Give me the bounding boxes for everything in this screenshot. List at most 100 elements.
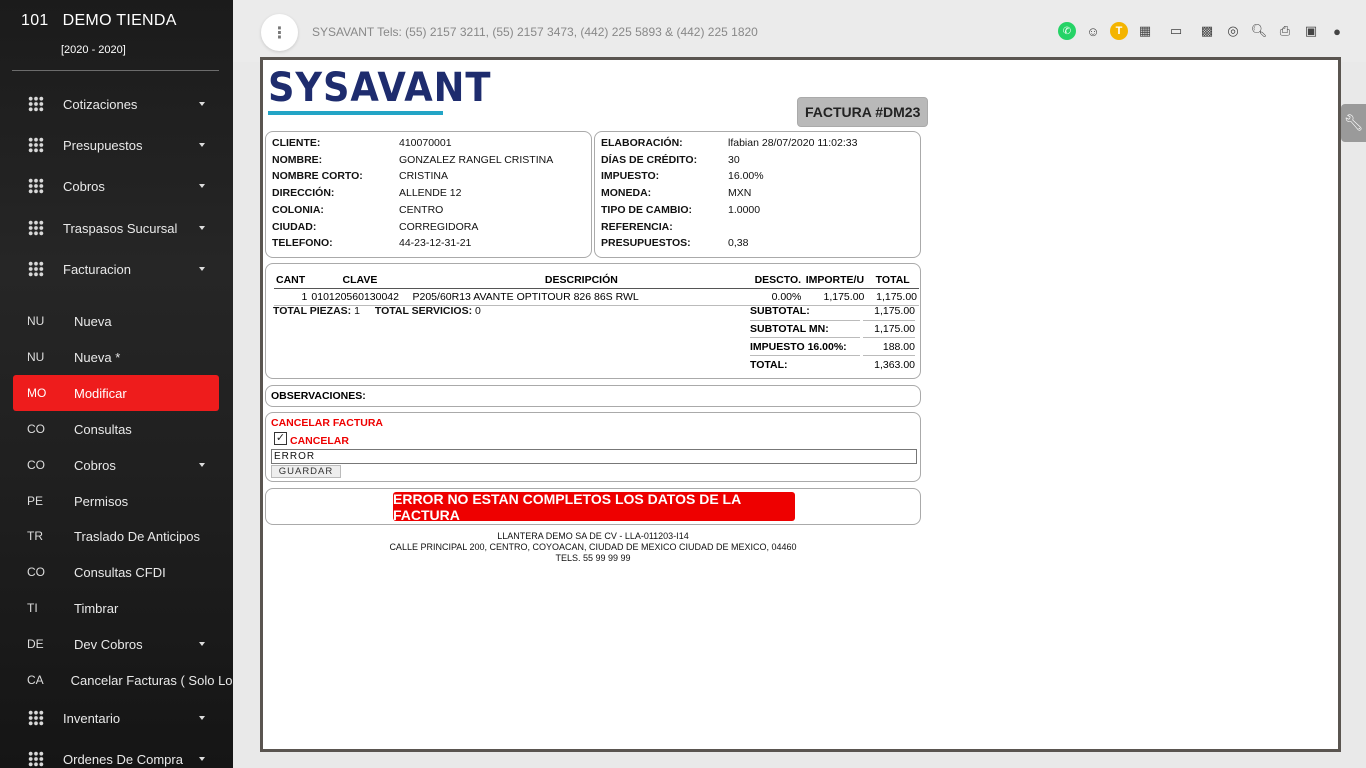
- grid-icon: [28, 220, 44, 236]
- caret-down-icon: [199, 757, 205, 761]
- sidebar-item-ordenes-compra[interactable]: Ordenes De Compra: [13, 741, 219, 768]
- totals-row: TOTAL: 1,363.00: [750, 358, 915, 371]
- caret-down-icon: [199, 267, 205, 271]
- client-label: DIRECCIÓN:: [272, 187, 335, 200]
- totals-row: SUBTOTAL MN: 1,175.00: [750, 321, 915, 339]
- meta-value: 0,38: [728, 237, 749, 250]
- more-menu-button[interactable]: ⋮: [261, 14, 298, 51]
- store-name: DEMO TIENDA: [62, 12, 177, 29]
- caret-down-icon: [199, 102, 205, 106]
- caret-down-icon: [199, 642, 205, 646]
- sidebar-subitem-cobros[interactable]: CO Cobros: [13, 447, 219, 483]
- sidebar-item-label: Inventario: [63, 710, 121, 726]
- sidebar-item-label: Modificar: [74, 385, 127, 401]
- meta-fields: ELABORACIÓN: lfabian 28/07/2020 11:02:33 …: [601, 135, 857, 252]
- client-value: 410070001: [399, 137, 452, 149]
- grid-icon: [28, 751, 44, 767]
- grid-icon: [28, 261, 44, 277]
- fiscal-years: [2020 - 2020]: [61, 44, 126, 56]
- caret-down-icon: [199, 463, 205, 467]
- sidebar-item-label: Cobros: [63, 178, 105, 194]
- caret-down-icon: [199, 716, 205, 720]
- sidebar-subitem-consultas[interactable]: CO Consultas: [13, 411, 219, 447]
- client-label: NOMBRE CORTO:: [272, 170, 363, 183]
- sidebar-item-presupuestos[interactable]: Presupuestos: [13, 127, 219, 163]
- wrench-icon[interactable]: 🔧︎: [1341, 104, 1366, 142]
- client-label: NOMBRE:: [272, 153, 323, 166]
- client-value: ALLENDE 12: [399, 187, 462, 200]
- sidebar-item-facturacion[interactable]: Facturacion: [13, 251, 219, 287]
- tire-icon[interactable]: ◎: [1224, 22, 1242, 40]
- cancel-checkbox[interactable]: ✓: [274, 432, 287, 445]
- sidebar-subitem-cancelar-facturas[interactable]: CA Cancelar Facturas ( Solo Local: [13, 662, 233, 698]
- col-cant: CANT: [274, 272, 310, 289]
- observations-label: OBSERVACIONES:: [271, 390, 366, 402]
- client-value: CENTRO: [399, 203, 444, 216]
- print-icon[interactable]: ⎙: [1276, 22, 1294, 40]
- client-value: 44-23-12-31-21: [399, 237, 472, 250]
- sidebar-item-traspasos[interactable]: Traspasos Sucursal: [13, 210, 219, 246]
- sidebar-item-abbr: CO: [27, 422, 45, 436]
- sidebar-item-cobros[interactable]: Cobros: [13, 168, 219, 204]
- piezas-label: TOTAL PIEZAS:: [273, 305, 352, 317]
- sidebar-item-abbr: DE: [27, 637, 44, 651]
- observations-box: OBSERVACIONES:: [265, 385, 921, 407]
- store-title: 101 DEMO TIENDA: [21, 12, 233, 30]
- sidebar-item-label: Consultas: [74, 421, 132, 437]
- sidebar-item-label: Consultas CFDI: [74, 564, 166, 580]
- document-frame: SYSAVANT FACTURA #DM23 CLIENTE: 410070001…: [260, 57, 1341, 752]
- sidebar-subitem-timbrar[interactable]: TI Timbrar: [13, 590, 219, 626]
- grid-icon: [28, 178, 44, 194]
- col-clave: CLAVE: [309, 272, 411, 289]
- col-descripcion: DESCRIPCIÓN: [410, 272, 753, 289]
- sidebar-item-cotizaciones[interactable]: Cotizaciones: [13, 86, 219, 122]
- col-total: TOTAL: [866, 272, 919, 289]
- sidebar-subitem-consultas-cfdi[interactable]: CO Consultas CFDI: [13, 554, 219, 590]
- whatsapp-icon[interactable]: ✆: [1058, 22, 1076, 40]
- cancel-reason-input[interactable]: ERROR: [271, 449, 917, 464]
- servicios-value: 0: [475, 305, 481, 317]
- piece-counts: TOTAL PIEZAS: 1 TOTAL SERVICIOS: 0: [273, 303, 481, 320]
- t-badge-icon[interactable]: T: [1110, 22, 1128, 40]
- sidebar-subitem-dev-cobros[interactable]: DE Dev Cobros: [13, 626, 219, 662]
- sidebar-subitem-traslado[interactable]: TR Traslado De Anticipos: [13, 518, 219, 554]
- col-importe: IMPORTE/U: [803, 272, 867, 289]
- sidebar-item-label: Permisos: [74, 493, 129, 509]
- meta-value: 1.0000: [728, 203, 761, 216]
- calendar-icon[interactable]: ▣: [1302, 22, 1320, 40]
- sidebar-subitem-modificar[interactable]: MO Modificar: [13, 375, 219, 411]
- sidebar-header: 101 DEMO TIENDA [2020 - 2020]: [0, 0, 233, 70]
- sidebar-item-label: Dev Cobros: [74, 636, 143, 652]
- save-button[interactable]: GUARDAR: [271, 465, 341, 478]
- grid-icon: [28, 96, 44, 112]
- meta-label: DÍAS DE CRÉDITO:: [601, 153, 698, 166]
- search-document-icon[interactable]: 🔍︎: [1250, 22, 1268, 40]
- caret-down-icon: [199, 143, 205, 147]
- client-label: COLONIA:: [272, 203, 324, 216]
- footer-company: LLANTERA DEMO SA DE CV - LLA-011203-I14: [497, 531, 689, 541]
- sidebar-subitem-nueva[interactable]: NU Nueva: [13, 303, 219, 339]
- caret-down-icon: [199, 184, 205, 188]
- dashboard-icon[interactable]: ▦: [1136, 22, 1154, 40]
- piezas-value: 1: [354, 305, 360, 317]
- sidebar-item-abbr: CA: [27, 673, 44, 687]
- grid-icon: [28, 137, 44, 153]
- sidebar-item-inventario[interactable]: Inventario: [13, 700, 219, 736]
- keyboard-icon[interactable]: ▭: [1162, 22, 1190, 40]
- meta-value: lfabian 28/07/2020 11:02:33: [728, 137, 858, 149]
- client-label: TELEFONO:: [272, 237, 333, 250]
- sidebar-subitem-nueva-star[interactable]: NU Nueva *: [13, 339, 219, 375]
- footer-address: CALLE PRINCIPAL 200, CENTRO, COYOACAN, C…: [389, 542, 797, 552]
- sidebar: 101 DEMO TIENDA [2020 - 2020] Cotizacion…: [0, 0, 233, 768]
- error-box: ERROR NO ESTAN COMPLETOS LOS DATOS DE LA…: [265, 488, 921, 525]
- sysavant-logo: SYSAVANT: [268, 65, 490, 123]
- user-icon[interactable]: ●: [1328, 22, 1346, 40]
- sidebar-item-abbr: CO: [27, 565, 45, 579]
- col-descto: DESCTO.: [752, 272, 804, 289]
- meta-value: MXN: [728, 187, 752, 200]
- support-agent-icon[interactable]: ☺: [1084, 22, 1102, 40]
- qr-icon[interactable]: ▩: [1198, 22, 1216, 40]
- meta-label: TIPO DE CAMBIO:: [601, 203, 692, 216]
- sidebar-subitem-permisos[interactable]: PE Permisos: [13, 483, 219, 519]
- cancel-invoice-title: CANCELAR FACTURA: [271, 417, 383, 429]
